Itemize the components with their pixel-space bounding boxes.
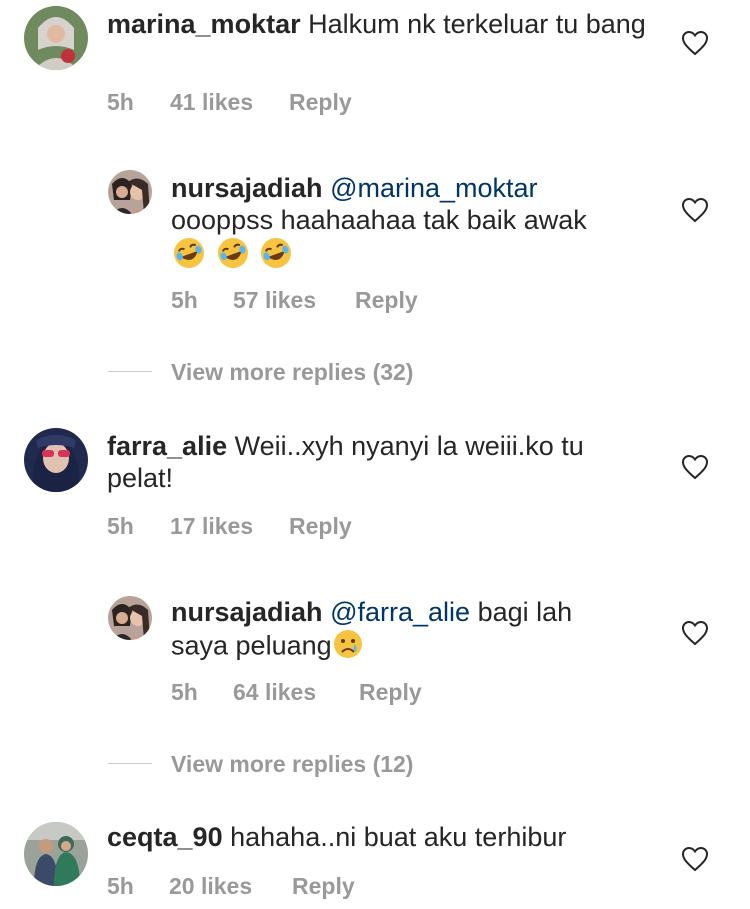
reply-username[interactable]: nursajadiah	[171, 597, 323, 627]
avatar[interactable]	[24, 822, 88, 886]
comment-username[interactable]: marina_moktar	[107, 9, 301, 39]
heart-outline-icon[interactable]	[681, 30, 709, 56]
reply-mention[interactable]: @farra_alie	[330, 597, 470, 627]
comment-body: Halkum nk terkeluar tu bang	[308, 9, 646, 39]
view-more-replies-button[interactable]: View more replies (32)	[171, 358, 413, 386]
reply-button[interactable]: Reply	[289, 88, 352, 116]
comment-text: ceqta_90 hahaha..ni buat aku terhibur	[107, 821, 647, 853]
heart-outline-icon[interactable]	[681, 846, 709, 872]
reply-text: nursajadiah @marina_moktar oooppss haaha…	[171, 172, 651, 277]
rofl-emoji	[258, 236, 294, 277]
heart-outline-icon[interactable]	[681, 197, 709, 223]
reply-username[interactable]: nursajadiah	[171, 173, 323, 203]
rofl-emoji	[215, 236, 251, 277]
view-more-divider	[108, 371, 152, 372]
crying-face-emoji	[332, 628, 364, 667]
reply-button[interactable]: Reply	[359, 678, 422, 706]
reply-button[interactable]: Reply	[292, 872, 355, 900]
comment-username[interactable]: farra_alie	[107, 431, 227, 461]
reply-body: oooppss haahaahaa tak baik awak	[171, 205, 587, 235]
comment-body: hahaha..ni buat aku terhibur	[230, 822, 567, 852]
view-more-replies-button[interactable]: View more replies (12)	[171, 750, 413, 778]
comment-likes[interactable]: 20 likes	[169, 872, 252, 900]
heart-outline-icon[interactable]	[681, 620, 709, 646]
rofl-emoji	[171, 236, 207, 277]
comment-time: 5h	[107, 89, 134, 115]
avatar[interactable]	[24, 428, 88, 492]
reply-likes[interactable]: 64 likes	[233, 678, 316, 706]
avatar[interactable]	[108, 170, 152, 214]
avatar[interactable]	[108, 596, 152, 640]
comment-likes[interactable]: 41 likes	[170, 88, 253, 116]
reply-text: nursajadiah @farra_alie bagi lah saya pe…	[171, 596, 611, 667]
avatar[interactable]	[24, 6, 88, 70]
heart-outline-icon[interactable]	[681, 454, 709, 480]
reply-mention[interactable]: @marina_moktar	[330, 173, 537, 203]
comment-likes[interactable]: 17 likes	[170, 512, 253, 540]
comment-username[interactable]: ceqta_90	[107, 822, 223, 852]
reply-time: 5h	[171, 287, 198, 313]
reply-likes[interactable]: 57 likes	[233, 286, 316, 314]
comment-time: 5h	[107, 513, 134, 539]
comment-text: farra_alie Weii..xyh nyanyi la weiii.ko …	[107, 430, 647, 494]
comment-text: marina_moktar Halkum nk terkeluar tu ban…	[107, 8, 647, 40]
reply-time: 5h	[171, 679, 198, 705]
view-more-divider	[108, 763, 152, 764]
reply-button[interactable]: Reply	[355, 286, 418, 314]
comment-time: 5h	[107, 873, 134, 899]
reply-button[interactable]: Reply	[289, 512, 352, 540]
